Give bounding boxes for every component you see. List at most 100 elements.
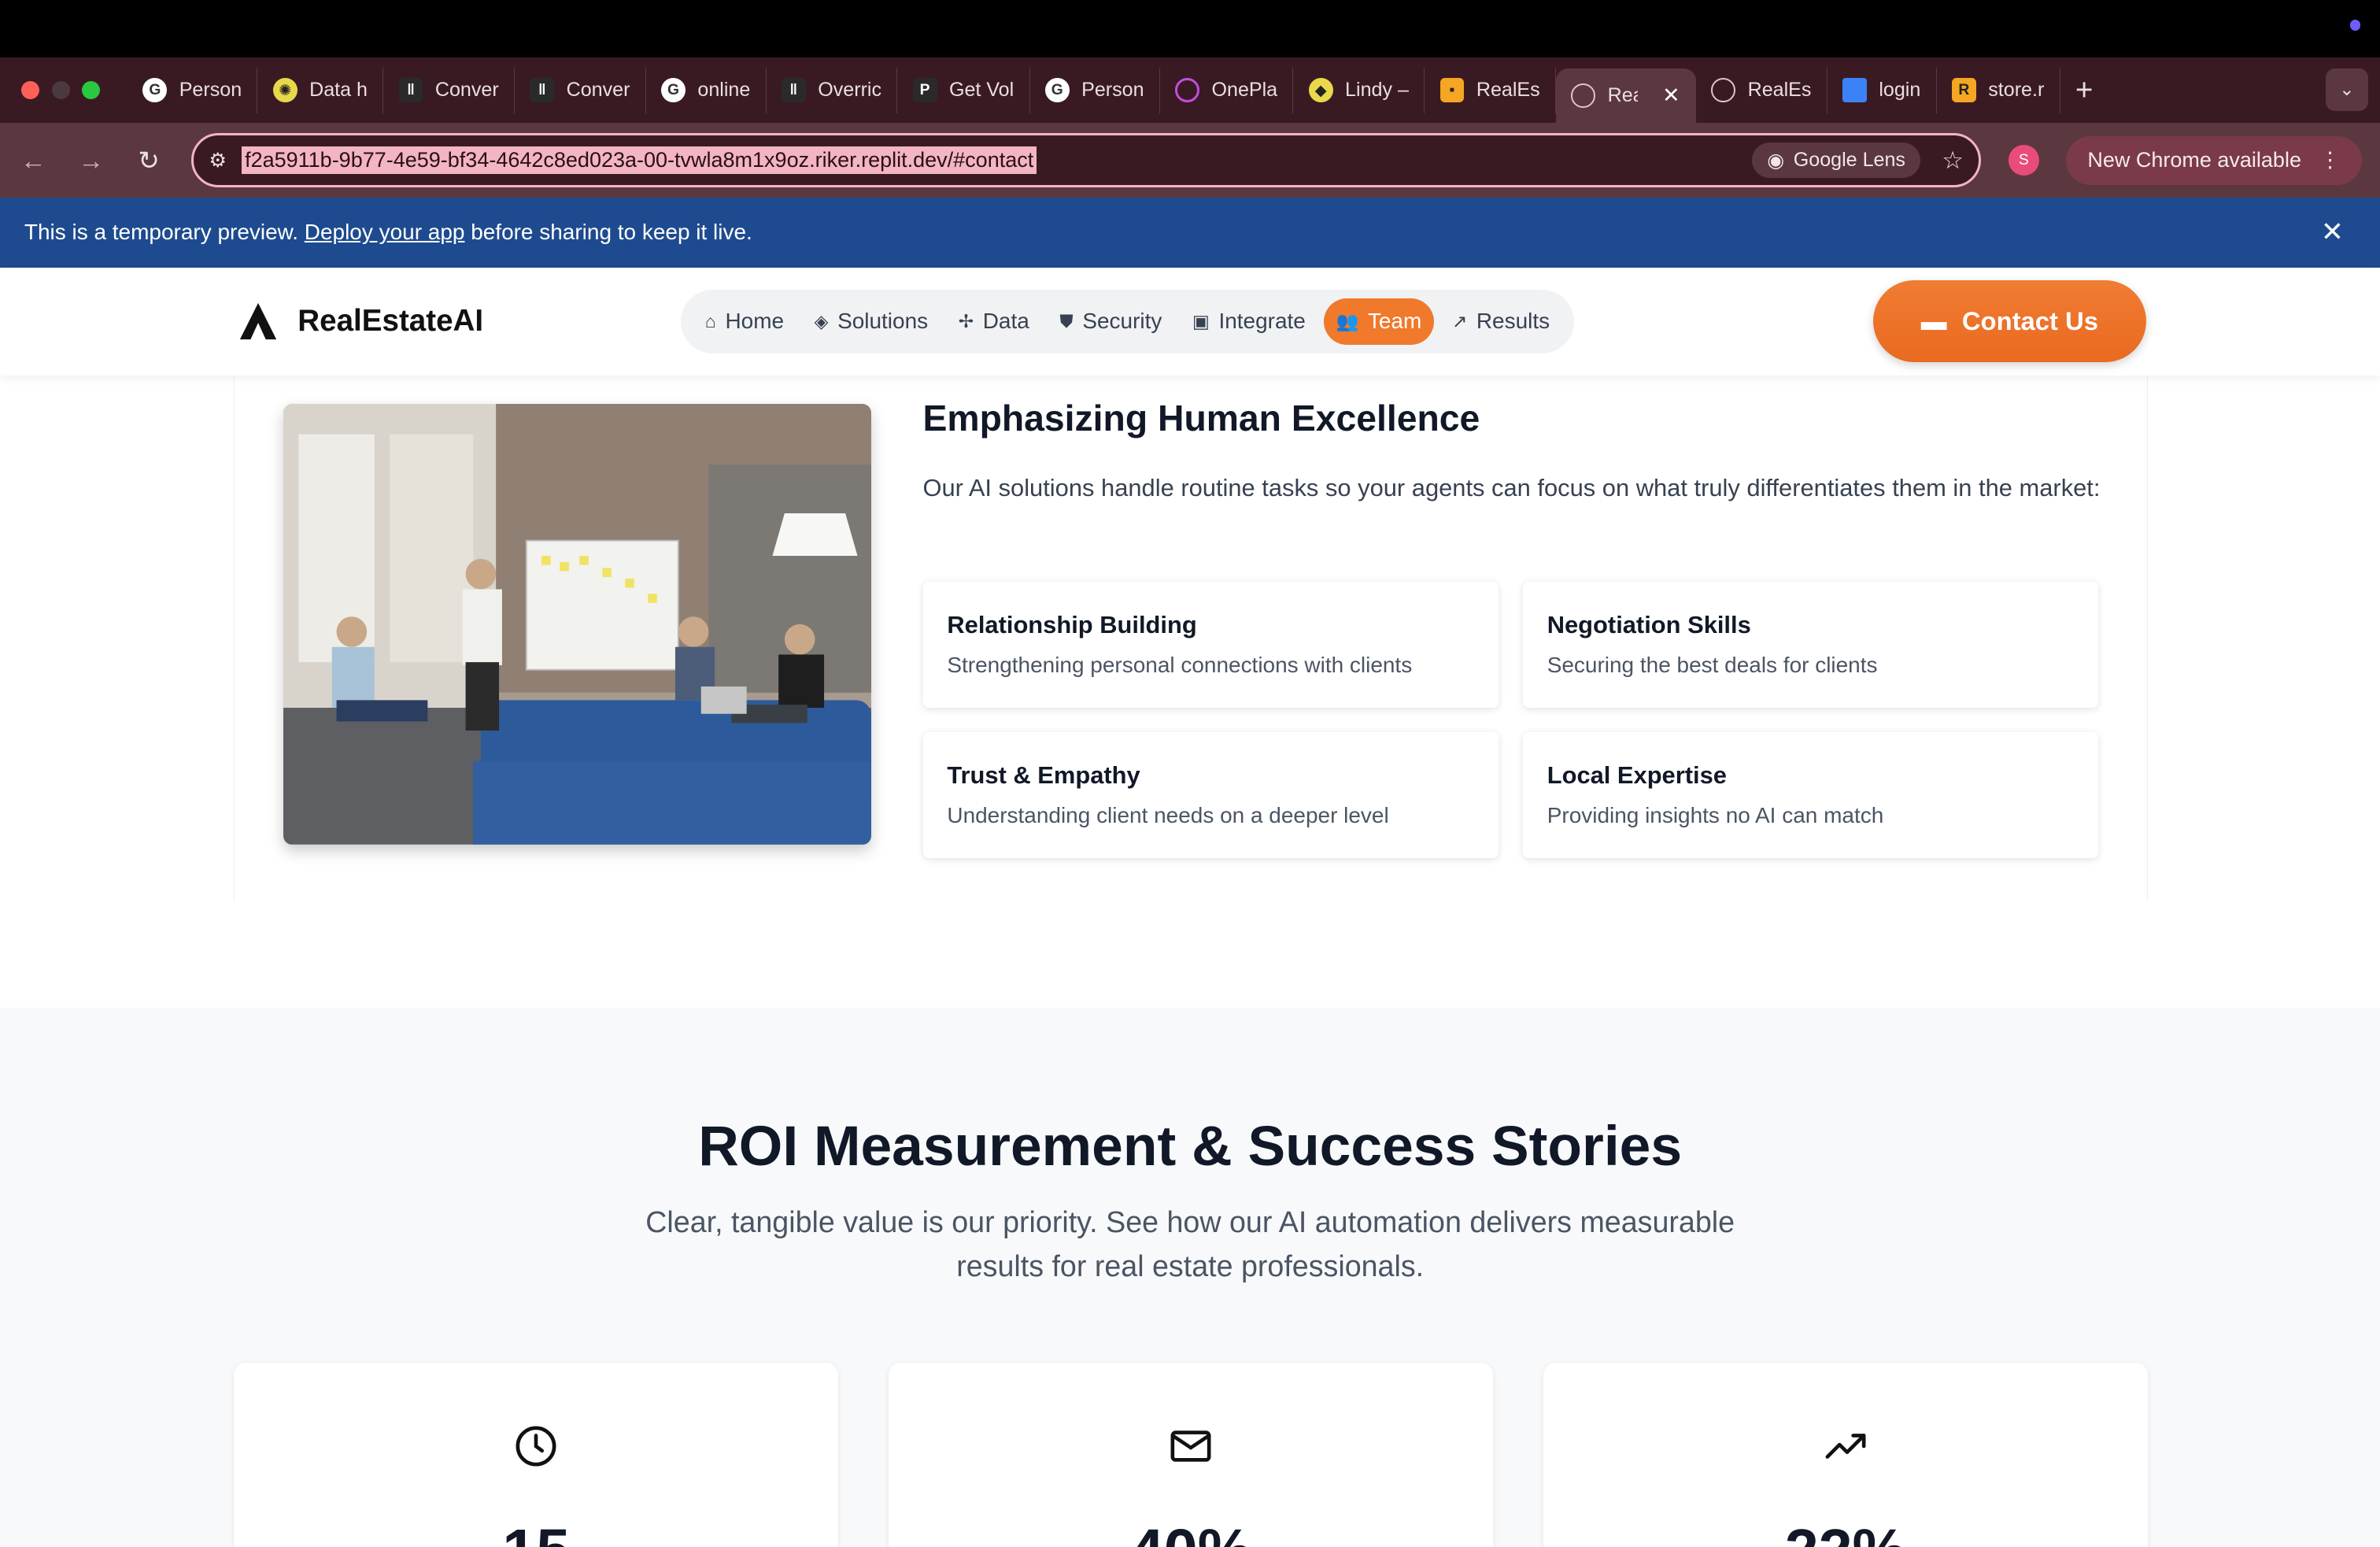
browser-tab[interactable]: G Person: [1030, 67, 1160, 113]
site-header: RealEstateAI ⌂ Home ◈ Solutions ✢ Data ⛊ Sec…: [0, 267, 2380, 376]
brand-logo[interactable]: RealEstateAI: [237, 300, 483, 342]
skill-desc: Providing insights no AI can match: [1547, 803, 1884, 828]
skill-card: Trust & Empathy Understanding client nee…: [922, 732, 1499, 859]
browser-toolbar: ← → ↻ ⚙ f2a5911b-9b77-4e59-bf34-4642c8ed…: [0, 123, 2380, 198]
stat-value: 40%: [889, 1516, 1493, 1547]
nav-home[interactable]: ⌂ Home: [693, 298, 796, 345]
forward-button[interactable]: →: [76, 146, 106, 176]
users-icon: 👥: [1336, 310, 1359, 331]
browser-tab-bar: G Person ✺ Data h ‖ Conver ‖ Conver Gonline …: [0, 57, 2380, 124]
nav-solutions[interactable]: ◈ Solutions: [802, 298, 940, 345]
tab-title: store.r: [1988, 79, 2045, 102]
lindy-icon: ◆: [1308, 78, 1333, 103]
tab-title: Data h: [309, 79, 368, 102]
tab-search-button[interactable]: ⌄: [2325, 68, 2368, 111]
p-icon: P: [912, 78, 937, 103]
tab-title: RealEs: [1747, 79, 1812, 102]
nav-results[interactable]: ↗ Results: [1439, 298, 1561, 345]
browser-tab[interactable]: RealEs: [1696, 67, 1828, 113]
contact-us-button[interactable]: ▬ Contact Us: [1872, 280, 2147, 363]
bookmark-star-icon[interactable]: ☆: [1942, 146, 1964, 175]
cube-icon: ◈: [814, 310, 829, 331]
logo-icon: [239, 302, 277, 340]
browser-tab[interactable]: ‖ Overric: [767, 67, 898, 113]
browser-tab[interactable]: G Person: [128, 67, 258, 113]
nav-label: Security: [1082, 309, 1162, 334]
browser-tab[interactable]: Rstore.r: [1937, 67, 2060, 113]
mail-icon: [1170, 1430, 1211, 1463]
nav-label: Results: [1476, 309, 1550, 334]
maximize-window-button[interactable]: [82, 81, 101, 100]
tab-title: Rea: [1607, 84, 1639, 107]
tab-title: Get Vol: [948, 79, 1014, 102]
nav-data[interactable]: ✢ Data: [946, 298, 1041, 345]
shield-icon: ⛊: [1059, 310, 1074, 331]
stat-card: 22%: [1543, 1363, 2148, 1547]
stat-value: 22%: [1543, 1516, 2148, 1547]
tab-title: RealEs: [1476, 79, 1540, 102]
new-chrome-label: New Chrome available: [2087, 148, 2301, 172]
skill-desc: Understanding client needs on a deeper l…: [947, 803, 1389, 828]
os-menu-strip: [0, 0, 2380, 58]
minimize-window-button[interactable]: [51, 81, 70, 100]
skill-card: Negotiation Skills Securing the best dea…: [1522, 582, 2099, 709]
google-icon: G: [661, 78, 686, 103]
pause-icon: ‖: [530, 78, 555, 103]
browser-tab[interactable]: Gonline: [646, 67, 767, 113]
close-window-button[interactable]: [21, 81, 40, 100]
browser-tab[interactable]: login: [1828, 67, 1937, 113]
skill-desc: Strengthening personal connections with …: [947, 653, 1413, 678]
new-tab-button[interactable]: +: [2075, 73, 2094, 108]
browser-tab[interactable]: ◆ Lindy –: [1293, 67, 1425, 113]
close-tab-icon[interactable]: ✕: [1662, 83, 1680, 108]
skill-title: Local Expertise: [1547, 761, 1727, 789]
chip-icon: ▣: [1192, 310, 1210, 331]
browser-tab[interactable]: OnePla: [1160, 67, 1294, 113]
more-menu-icon[interactable]: ⋮: [2319, 148, 2341, 172]
browser-tab-active[interactable]: Rea ✕: [1555, 68, 1696, 124]
tab-title: OnePla: [1211, 79, 1278, 102]
browser-tab[interactable]: ‖ Conver: [383, 67, 516, 113]
team-photo-illustration: [283, 404, 871, 846]
home-icon: ⌂: [704, 310, 716, 331]
chat-icon: ▬: [1920, 306, 1947, 336]
address-bar[interactable]: ⚙ f2a5911b-9b77-4e59-bf34-4642c8ed023a-0…: [191, 132, 1982, 188]
google-icon: G: [142, 78, 168, 103]
pause-icon: ‖: [398, 78, 423, 103]
banner-text: This is a temporary preview.: [24, 220, 299, 245]
browser-tab[interactable]: ✺ Data h: [257, 67, 384, 113]
skill-card: Relationship Building Strengthening pers…: [922, 582, 1499, 709]
nav-team[interactable]: 👥 Team: [1324, 298, 1434, 345]
tab-title: Person: [179, 79, 242, 102]
url-text[interactable]: f2a5911b-9b77-4e59-bf34-4642c8ed023a-00-…: [242, 146, 1037, 175]
site-info-icon[interactable]: ⚙: [209, 149, 226, 172]
roi-subtitle: Clear, tangible value is our priority. S…: [645, 1205, 1735, 1282]
deploy-app-link[interactable]: Deploy your app: [305, 220, 465, 245]
section-title: Emphasizing Human Excellence: [922, 397, 1480, 439]
tab-title: Conver: [434, 79, 499, 102]
nav-label: Integrate: [1218, 309, 1306, 334]
nav-security[interactable]: ⛊ Security: [1048, 298, 1174, 345]
new-chrome-button[interactable]: New Chrome available ⋮: [2066, 135, 2363, 185]
nav-label: Data: [982, 309, 1029, 334]
data-icon: ✺: [272, 78, 298, 103]
main-nav: ⌂ Home ◈ Solutions ✢ Data ⛊ Security ▣ Integr…: [681, 289, 1574, 353]
browser-tab[interactable]: ‖ Conver: [515, 67, 646, 113]
tab-title: online: [697, 79, 751, 102]
google-lens-button[interactable]: ◉ Google Lens: [1751, 142, 1921, 179]
browser-tab[interactable]: P Get Vol: [897, 67, 1030, 113]
preview-banner: This is a temporary preview. Deploy your…: [0, 197, 2380, 268]
section-description: Our AI solutions handle routine tasks so…: [922, 474, 2101, 502]
nav-integrate[interactable]: ▣ Integrate: [1181, 298, 1318, 345]
tab-title: Person: [1081, 79, 1144, 102]
roi-title: ROI Measurement & Success Stories: [698, 1114, 1683, 1178]
profile-avatar[interactable]: S: [2009, 145, 2039, 176]
nav-label: Team: [1367, 309, 1422, 334]
status-dot-icon: [2349, 20, 2361, 31]
reload-button[interactable]: ↻: [134, 146, 164, 176]
tab-title: Conver: [566, 79, 630, 102]
browser-tab[interactable]: ▪ RealEs: [1425, 67, 1556, 113]
roi-section: ROI Measurement & Success Stories Clear,…: [0, 1007, 2380, 1547]
close-banner-icon[interactable]: ✕: [2321, 217, 2344, 248]
back-button[interactable]: ←: [18, 146, 49, 176]
